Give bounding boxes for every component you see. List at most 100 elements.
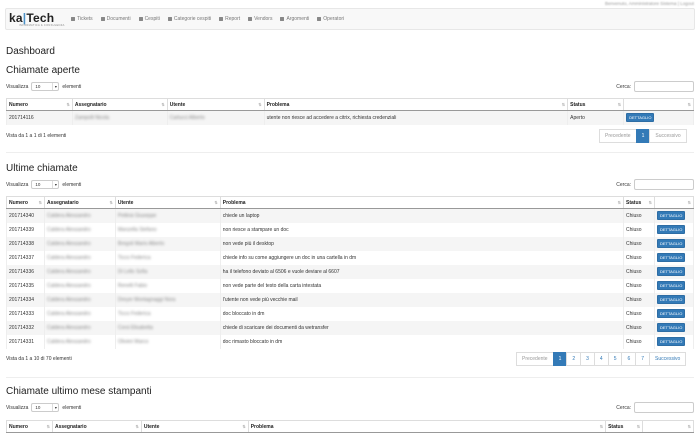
sort-icon[interactable]: ⇅ xyxy=(161,102,164,107)
pagination-previous[interactable]: Precedente xyxy=(599,129,637,143)
sort-icon[interactable]: ⇅ xyxy=(214,200,217,205)
cell-status: Chiuso xyxy=(626,268,642,275)
detail-button[interactable]: DETTAGLIO xyxy=(656,337,686,346)
cell-num: 201714116 xyxy=(9,114,34,121)
sort-icon[interactable]: ⇅ xyxy=(110,200,113,205)
nav-item-cespiti[interactable]: Cespiti xyxy=(138,16,160,22)
nav-item-tickets[interactable]: Tickets xyxy=(71,16,93,22)
pagination-page[interactable]: 7 xyxy=(635,352,651,366)
pagination-page[interactable]: 6 xyxy=(621,352,637,366)
column-header[interactable]: Problema ⇅ xyxy=(263,98,569,111)
pagination-next[interactable]: Successivo xyxy=(649,352,687,366)
column-header[interactable]: Assegnatario ⇅ xyxy=(51,420,142,433)
sort-icon[interactable]: ⇅ xyxy=(135,424,138,429)
search-label: Cerca: xyxy=(616,181,631,188)
sort-icon[interactable]: ⇅ xyxy=(637,424,640,429)
detail-button[interactable]: DETTAGLIO xyxy=(656,225,686,234)
pagination-page[interactable]: 1 xyxy=(635,129,651,143)
nav-item-documenti[interactable]: Documenti xyxy=(100,16,131,22)
sort-icon[interactable]: ⇅ xyxy=(242,424,245,429)
column-header[interactable]: ⇅ xyxy=(653,196,695,209)
cell-user: Dreyer Montagnaggi Nora xyxy=(117,296,176,303)
table-row[interactable]: 201714331 Caldera Alessandro Olivieri Marc… xyxy=(6,334,695,349)
sort-icon[interactable]: ⇅ xyxy=(688,200,691,205)
search-input[interactable] xyxy=(634,81,694,92)
sort-icon[interactable]: ⇅ xyxy=(562,102,565,107)
pagination-page[interactable]: 1 xyxy=(552,352,568,366)
sort-icon[interactable]: ⇅ xyxy=(618,102,621,107)
table-row[interactable]: 201714336 Caldera Alessandro Di Lello Sofi… xyxy=(6,264,695,279)
user-info[interactable]: Benvenuto, Amministratore Sistema | Logo… xyxy=(605,1,694,6)
table-row[interactable]: 201714333 Caldera Alessandro Ticco Federic… xyxy=(6,306,695,321)
column-header[interactable]: Utente ⇅ xyxy=(140,420,249,433)
sort-icon[interactable]: ⇅ xyxy=(258,102,261,107)
nav-item-vendors[interactable]: Vendors xyxy=(248,16,272,22)
cell-user: Carlucci Alberto xyxy=(169,114,205,121)
column-header[interactable]: Assegnatario ⇅ xyxy=(71,98,168,111)
column-header[interactable]: Status ⇅ xyxy=(623,196,655,209)
sort-icon[interactable]: ⇅ xyxy=(688,424,691,429)
column-header[interactable]: Status ⇅ xyxy=(605,420,644,433)
sort-icon[interactable]: ⇅ xyxy=(618,200,621,205)
sort-icon[interactable]: ⇅ xyxy=(47,424,50,429)
sort-icon[interactable]: ⇅ xyxy=(67,102,70,107)
detail-button[interactable]: DETTAGLIO xyxy=(656,281,686,290)
table-row[interactable]: 201714338 Caldera Alessandro Bregoli Mario… xyxy=(6,236,695,251)
page-length-select[interactable]: 10 ▾ xyxy=(31,82,60,91)
column-header[interactable]: Numero ⇅ xyxy=(6,196,45,209)
search-input[interactable] xyxy=(634,179,694,190)
detail-button[interactable]: DETTAGLIO xyxy=(656,239,686,248)
sort-icon[interactable]: ⇅ xyxy=(600,424,603,429)
sort-icon[interactable]: ⇅ xyxy=(688,102,691,107)
table-row[interactable]: 201714334 Caldera Alessandro Dreyer Montag… xyxy=(6,292,695,307)
column-header[interactable]: Status ⇅ xyxy=(567,98,625,111)
search-input[interactable] xyxy=(634,402,694,413)
pagination-previous[interactable]: Precedente xyxy=(516,352,554,366)
table-row[interactable]: 201714339 Caldera Alessandro Manzella Stef… xyxy=(6,222,695,237)
page-length-control: Visualizza 10 ▾ elementi xyxy=(6,180,81,189)
page-length-select[interactable]: 10 ▾ xyxy=(31,403,60,412)
detail-button[interactable]: DETTAGLIO xyxy=(626,113,655,123)
page-length-select[interactable]: 10 ▾ xyxy=(31,180,60,189)
column-header[interactable]: Utente ⇅ xyxy=(114,196,221,209)
pagination-page[interactable]: 5 xyxy=(607,352,623,366)
pagination: Precedente 1 2 3 4 5 6 7 Successivo xyxy=(516,352,687,366)
sort-icon[interactable]: ⇅ xyxy=(39,200,42,205)
pagination-next[interactable]: Successivo xyxy=(649,129,687,143)
pagination-page[interactable]: 2 xyxy=(566,352,582,366)
nav-item-operatori[interactable]: Operatori xyxy=(317,16,344,22)
brand-logo[interactable]: ka|Tech INFORMATICA & CONSULENZA xyxy=(9,11,71,29)
detail-button[interactable]: DETTAGLIO xyxy=(656,253,686,262)
show-label: Visualizza xyxy=(6,83,29,90)
column-header[interactable]: ⇅ xyxy=(642,420,694,433)
page-length-control: Visualizza 10 ▾ elementi xyxy=(6,403,81,412)
table-row[interactable]: 201714340 Caldera Alessandro Pettinà Giuse… xyxy=(6,208,695,223)
pagination-page[interactable]: 3 xyxy=(580,352,595,366)
detail-button[interactable]: DETTAGLIO xyxy=(656,323,686,332)
column-header[interactable]: Assegnatario ⇅ xyxy=(43,196,116,209)
table-row[interactable]: 201714335 Caldera Alessandro Renelli Fabio… xyxy=(6,278,695,293)
detail-button[interactable]: DETTAGLIO xyxy=(656,267,686,276)
detail-button[interactable]: DETTAGLIO xyxy=(656,295,686,304)
column-header[interactable]: Utente ⇅ xyxy=(166,98,265,111)
nav-item-report[interactable]: Report xyxy=(219,16,240,22)
cell-status: Chiuso xyxy=(626,282,642,289)
table-row[interactable]: 201714116 Zampolli Nicola Carlucci Alberto… xyxy=(6,110,694,125)
cell-problem: non vede più il desktop xyxy=(222,240,274,247)
table-row[interactable]: 201714332 Caldera Alessandro Corsi Elisabe… xyxy=(6,320,695,335)
pagination-page[interactable]: 4 xyxy=(593,352,609,366)
tag-icon xyxy=(138,17,143,21)
nav-item-argomenti[interactable]: Argomenti xyxy=(280,16,309,22)
column-header[interactable]: ⇅ xyxy=(623,98,694,111)
sort-icon[interactable]: ⇅ xyxy=(649,200,652,205)
column-header[interactable]: Problema ⇅ xyxy=(219,196,625,209)
cell-user: Renelli Fabio xyxy=(117,282,148,289)
cell-num: 201714333 xyxy=(9,310,35,317)
nav-item-categorie-cespiti[interactable]: Categorie cespiti xyxy=(167,16,211,22)
column-header[interactable]: Numero ⇅ xyxy=(6,98,73,111)
column-header[interactable]: Numero ⇅ xyxy=(6,420,53,433)
column-header[interactable]: Problema ⇅ xyxy=(247,420,607,433)
detail-button[interactable]: DETTAGLIO xyxy=(656,309,686,318)
detail-button[interactable]: DETTAGLIO xyxy=(656,211,686,221)
table-row[interactable]: 201714337 Caldera Alessandro Ticco Federic… xyxy=(6,250,695,265)
